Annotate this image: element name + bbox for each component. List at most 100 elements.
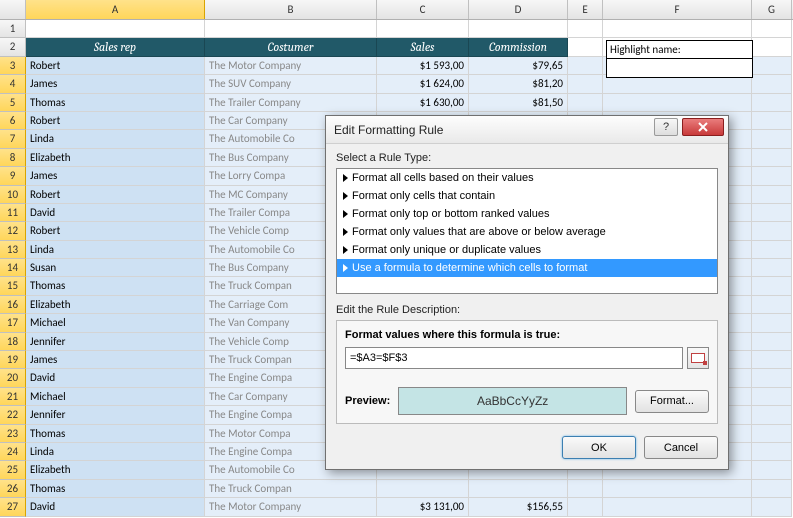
cell[interactable]: Robert (26, 222, 205, 240)
cell[interactable] (752, 498, 792, 516)
cell[interactable]: Elizabeth (26, 461, 205, 479)
cell[interactable]: $81,20 (469, 75, 568, 93)
row-header[interactable]: 19 (0, 351, 26, 369)
ok-button[interactable]: OK (562, 436, 636, 459)
cell[interactable]: James (26, 75, 205, 93)
col-header-F[interactable]: F (603, 0, 752, 19)
cell[interactable] (752, 369, 792, 387)
row-header[interactable]: 1 (0, 20, 26, 38)
row-header[interactable]: 26 (0, 480, 26, 498)
cell[interactable]: James (26, 167, 205, 185)
cell[interactable]: Michael (26, 314, 205, 332)
cell[interactable]: Linda (26, 130, 205, 148)
format-button[interactable]: Format... (635, 390, 709, 413)
cell[interactable]: Susan (26, 259, 205, 277)
cell[interactable] (752, 461, 792, 479)
cell[interactable]: The Trailer Company (205, 94, 377, 112)
cell[interactable] (752, 222, 792, 240)
cell[interactable] (752, 167, 792, 185)
cell[interactable]: Sales (377, 38, 469, 56)
cell[interactable]: Thomas (26, 94, 205, 112)
cell[interactable] (469, 20, 568, 38)
cell[interactable] (752, 406, 792, 424)
cell[interactable] (752, 38, 792, 56)
cell[interactable] (26, 20, 205, 38)
col-header-B[interactable]: B (205, 0, 377, 19)
row-header[interactable]: 14 (0, 259, 26, 277)
cell[interactable] (752, 94, 792, 112)
cell[interactable]: Robert (26, 186, 205, 204)
cell[interactable]: Robert (26, 112, 205, 130)
row-header[interactable]: 20 (0, 369, 26, 387)
cell[interactable] (568, 94, 603, 112)
cell[interactable]: The Truck Compan (205, 480, 377, 498)
cell[interactable]: The Motor Company (205, 57, 377, 75)
select-all-corner[interactable] (0, 0, 26, 19)
row-header[interactable]: 4 (0, 75, 26, 93)
cell[interactable] (752, 112, 792, 130)
cell[interactable]: Jennifer (26, 333, 205, 351)
cell[interactable] (752, 443, 792, 461)
cell[interactable]: $3 131,00 (377, 498, 469, 516)
cell[interactable] (568, 480, 603, 498)
rule-type-item[interactable]: Format only values that are above or bel… (337, 223, 717, 241)
row-header[interactable]: 10 (0, 186, 26, 204)
collapse-dialog-button[interactable] (687, 347, 709, 369)
cell[interactable] (752, 296, 792, 314)
cell[interactable] (603, 20, 752, 38)
cell[interactable] (752, 314, 792, 332)
row-header[interactable]: 17 (0, 314, 26, 332)
cell[interactable]: Elizabeth (26, 149, 205, 167)
row-header[interactable]: 22 (0, 406, 26, 424)
cell[interactable]: $156,55 (469, 498, 568, 516)
row-header[interactable]: 2 (0, 38, 26, 56)
cell[interactable] (752, 351, 792, 369)
row-header[interactable]: 7 (0, 130, 26, 148)
cell[interactable] (377, 480, 469, 498)
row-header[interactable]: 3 (0, 57, 26, 75)
cell[interactable] (205, 20, 377, 38)
rule-type-list[interactable]: Format all cells based on their valuesFo… (336, 168, 718, 294)
cell[interactable] (752, 480, 792, 498)
cell[interactable] (752, 333, 792, 351)
cancel-button[interactable]: Cancel (644, 436, 718, 459)
cell[interactable]: Michael (26, 388, 205, 406)
cell[interactable]: The SUV Company (205, 75, 377, 93)
highlight-name-input[interactable] (606, 59, 753, 78)
cell[interactable]: Thomas (26, 277, 205, 295)
help-button[interactable]: ? (654, 118, 678, 136)
row-header[interactable]: 12 (0, 222, 26, 240)
cell[interactable] (752, 57, 792, 75)
cell[interactable]: Commission (469, 38, 568, 56)
rule-type-item[interactable]: Format only cells that contain (337, 187, 717, 205)
row-header[interactable]: 8 (0, 149, 26, 167)
row-header[interactable]: 11 (0, 204, 26, 222)
cell[interactable] (469, 480, 568, 498)
cell[interactable]: Elizabeth (26, 296, 205, 314)
cell[interactable] (752, 259, 792, 277)
cell[interactable] (752, 388, 792, 406)
cell[interactable] (752, 149, 792, 167)
cell[interactable] (568, 498, 603, 516)
cell[interactable] (752, 277, 792, 295)
cell[interactable] (568, 38, 603, 56)
cell[interactable]: David (26, 498, 205, 516)
cell[interactable]: Thomas (26, 480, 205, 498)
col-header-E[interactable]: E (568, 0, 603, 19)
cell[interactable] (568, 75, 603, 93)
cell[interactable] (752, 241, 792, 259)
cell[interactable] (752, 20, 792, 38)
cell[interactable]: $1 630,00 (377, 94, 469, 112)
cell[interactable]: Costumer (205, 38, 377, 56)
cell[interactable] (752, 204, 792, 222)
row-header[interactable]: 9 (0, 167, 26, 185)
row-header[interactable]: 13 (0, 241, 26, 259)
cell[interactable]: $1 624,00 (377, 75, 469, 93)
cell[interactable]: Jennifer (26, 406, 205, 424)
col-header-G[interactable]: G (752, 0, 792, 19)
row-header[interactable]: 23 (0, 425, 26, 443)
cell[interactable]: $1 593,00 (377, 57, 469, 75)
row-header[interactable]: 6 (0, 112, 26, 130)
row-header[interactable]: 15 (0, 277, 26, 295)
cell[interactable]: $79,65 (469, 57, 568, 75)
